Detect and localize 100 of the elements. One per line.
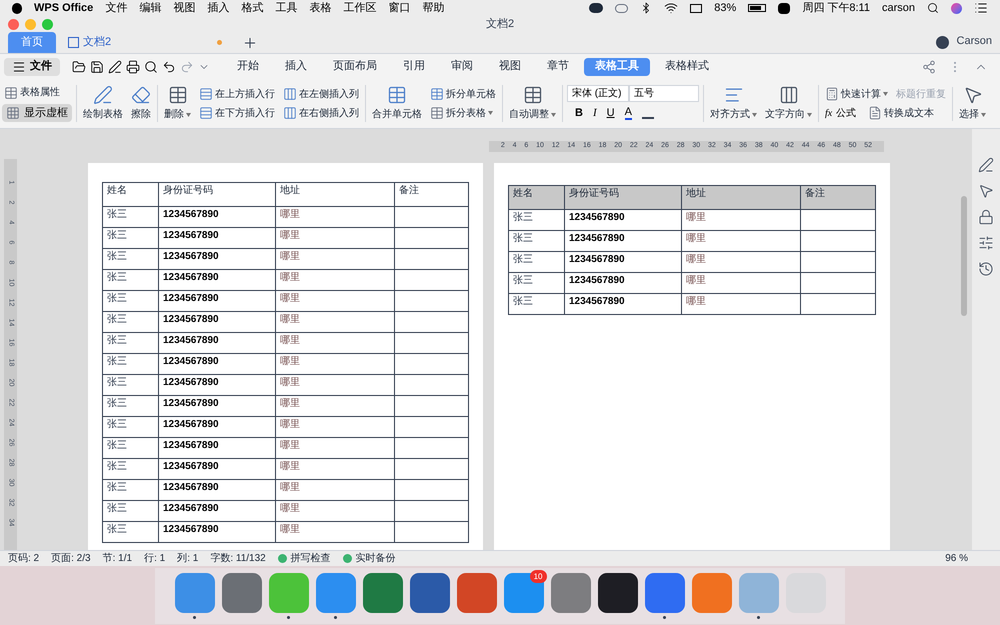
draw-table-button[interactable]: 绘制表格	[81, 85, 125, 122]
print-icon[interactable]	[126, 60, 140, 74]
header-cell: 姓名	[103, 183, 159, 206]
menu-item[interactable]: 工作区	[343, 0, 376, 16]
rows-icon	[199, 87, 213, 101]
erase-button[interactable]: 擦除	[129, 85, 153, 122]
header-cell: 地址	[276, 183, 395, 206]
menu-item[interactable]: 格式	[241, 0, 264, 16]
menu-item[interactable]: 表格	[309, 0, 332, 16]
ribbon-tab[interactable]: 开始	[226, 58, 270, 76]
table-cell: 哪里	[276, 480, 395, 500]
table-cell: 张三	[103, 354, 159, 374]
status-text: 页码: 2	[8, 552, 40, 566]
table-cell: 1234567890	[565, 273, 682, 293]
quick-calc-button[interactable]: 快速计算	[823, 86, 890, 102]
insert-above-button[interactable]: 在上方插入行	[197, 86, 277, 102]
app-name[interactable]: WPS Office	[34, 0, 94, 16]
share-icon[interactable]	[922, 60, 936, 74]
table-cell: 哪里	[276, 354, 395, 374]
menu-item[interactable]: 窗口	[388, 0, 410, 16]
caret-icon	[551, 112, 556, 116]
insert-below-button[interactable]: 在下方插入行	[197, 106, 277, 120]
siri-icon[interactable]	[951, 2, 962, 14]
battery-percent: 83%	[714, 0, 736, 16]
columns-icon	[283, 106, 297, 120]
font-color-button[interactable]: A	[624, 107, 632, 120]
clock[interactable]: 周四 下午8:11	[802, 0, 870, 16]
menu-item[interactable]: 编辑	[139, 0, 162, 16]
pointer-icon[interactable]	[978, 183, 994, 199]
zoom-level[interactable]: 96 %	[945, 551, 968, 566]
status-toggle[interactable]: 实时备份	[342, 551, 396, 566]
table-cell: 1234567890	[159, 375, 276, 395]
format-painter-icon[interactable]	[108, 60, 122, 74]
pen-icon[interactable]	[978, 157, 994, 173]
ribbon-tab[interactable]: 表格样式	[654, 58, 720, 76]
menu-item[interactable]: 插入	[207, 0, 230, 16]
account-name[interactable]: Carson	[956, 32, 992, 49]
menu-item[interactable]: 工具	[275, 0, 298, 16]
ribbon-tab[interactable]: 引用	[392, 58, 436, 76]
table-cell: 张三	[103, 228, 159, 248]
open-icon[interactable]	[72, 60, 86, 74]
align-button[interactable]: 对齐方式	[708, 85, 759, 122]
bold-button[interactable]: B	[575, 105, 583, 122]
font-size-select[interactable]: 五号	[629, 85, 699, 102]
table-cell: 1234567890	[565, 231, 682, 251]
calculator-icon	[825, 87, 839, 101]
show-gridlines-button[interactable]: 显示虚框	[2, 104, 72, 122]
convert-to-text-button[interactable]: 转换成文本	[866, 106, 936, 120]
table-cell: 1234567890	[159, 522, 276, 542]
history-icon[interactable]	[978, 261, 994, 277]
table-cell: 张三	[103, 270, 159, 290]
split-cells-button[interactable]: 拆分单元格	[428, 86, 498, 102]
table-properties-button[interactable]: 表格属性	[2, 85, 72, 100]
undo-icon[interactable]	[162, 60, 176, 74]
settings-icon[interactable]	[978, 235, 994, 251]
merge-cells-button[interactable]: 合并单元格	[370, 85, 424, 122]
avatar-icon[interactable]	[936, 36, 949, 49]
split-table-button[interactable]: 拆分表格	[428, 106, 498, 120]
table-cell: 哪里	[682, 273, 801, 293]
user-name[interactable]: carson	[882, 0, 915, 16]
scrollbar-thumb[interactable]	[961, 196, 967, 316]
ribbon-tab[interactable]: 审阅	[440, 58, 484, 76]
table-cell: 1234567890	[159, 333, 276, 353]
select-button[interactable]: 选择	[957, 85, 988, 122]
header-cell-text: 备注	[398, 184, 420, 198]
table-cell: 哪里	[276, 270, 395, 290]
preview-icon[interactable]	[144, 60, 158, 74]
battery-icon[interactable]	[748, 4, 766, 12]
caret-icon	[752, 112, 757, 116]
table-cell: 哪里	[276, 522, 395, 542]
insert-right-button[interactable]: 在右侧插入列	[281, 106, 361, 120]
text-direction-button[interactable]: 文字方向	[763, 85, 814, 122]
italic-button[interactable]: I	[592, 105, 597, 122]
document-tab[interactable]: 文档2	[60, 32, 230, 53]
table-cell: 哪里	[276, 501, 395, 521]
menu-item[interactable]: 帮助	[422, 0, 444, 16]
underline-button[interactable]: U	[606, 105, 615, 122]
menu-item[interactable]: 视图	[173, 0, 196, 16]
insert-left-button[interactable]: 在左侧插入列	[281, 86, 361, 102]
ribbon-tab[interactable]: 插入	[274, 58, 318, 76]
table-cell: 哪里	[276, 228, 395, 248]
menu-item[interactable]: 文件	[105, 0, 128, 16]
file-menu-button[interactable]: 文件	[4, 58, 60, 76]
new-tab-icon[interactable]	[242, 35, 258, 51]
save-icon[interactable]	[90, 60, 104, 74]
autofit-button[interactable]: 自动调整	[507, 85, 558, 122]
ribbon-tab[interactable]: 视图	[488, 58, 532, 76]
font-select[interactable]: 宋体 (正文)	[567, 85, 629, 102]
ribbon-tab[interactable]: 页面布局	[322, 58, 388, 76]
formula-button[interactable]: fx 公式	[823, 106, 858, 120]
caret-icon	[981, 112, 986, 116]
lock-icon[interactable]	[978, 209, 994, 225]
header-cell: 身份证号码	[565, 186, 682, 209]
search-icon[interactable]	[927, 2, 939, 14]
delete-button[interactable]: 删除	[162, 85, 193, 122]
ribbon-tab[interactable]: 章节	[536, 58, 580, 76]
close-icon[interactable]	[8, 18, 19, 30]
table-cell: 1234567890	[159, 207, 276, 227]
table-cell: 张三	[103, 249, 159, 269]
status-toggle[interactable]: 拼写检查	[278, 551, 331, 566]
